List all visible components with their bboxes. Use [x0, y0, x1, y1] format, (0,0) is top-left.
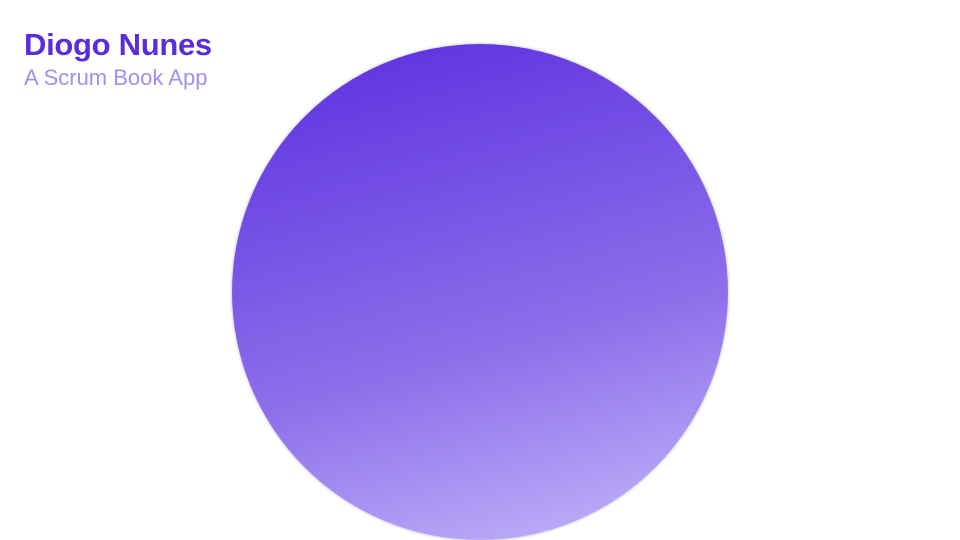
title-block: Diogo Nunes A Scrum Book App [24, 26, 212, 92]
author-name: Diogo Nunes [24, 27, 212, 62]
hero-gradient-circle [232, 44, 728, 540]
slide-canvas: Diogo Nunes A Scrum Book App [0, 0, 960, 540]
app-subtitle: A Scrum Book App [24, 65, 208, 90]
